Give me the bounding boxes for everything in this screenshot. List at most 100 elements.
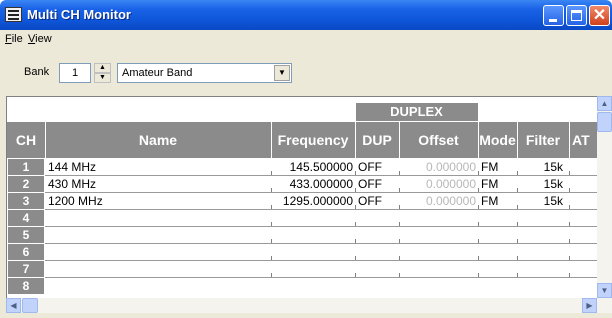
cell-filter[interactable]: 15k xyxy=(517,194,563,208)
minimize-button[interactable] xyxy=(543,5,564,26)
row-number[interactable]: 8 xyxy=(8,278,44,294)
col-mode[interactable]: Mode xyxy=(478,122,517,158)
row-number[interactable]: 3 xyxy=(8,193,44,209)
cell-frequency[interactable]: 433.000000 xyxy=(271,177,353,191)
cell-divider-tick xyxy=(478,256,479,260)
scroll-up-icon[interactable]: ▲ xyxy=(597,96,612,111)
scroll-right-icon[interactable]: ▶ xyxy=(582,298,597,313)
row-number[interactable]: 2 xyxy=(8,176,44,192)
cell-frequency[interactable]: 145.500000 xyxy=(271,160,353,174)
menu-bar: File View xyxy=(0,30,612,49)
cell-filter[interactable]: 15k xyxy=(517,160,563,174)
band-select[interactable]: Amateur Band ▼ xyxy=(117,63,292,83)
header-separator xyxy=(569,122,570,158)
maximize-button[interactable] xyxy=(566,5,587,26)
vertical-scroll-thumb[interactable] xyxy=(597,112,612,132)
cell-offset[interactable]: 0.000000 xyxy=(399,160,476,174)
row-divider xyxy=(45,277,612,278)
cell-divider-tick xyxy=(355,256,356,260)
menu-file[interactable]: File xyxy=(5,33,23,45)
cell-divider-tick xyxy=(355,205,356,209)
cell-divider-tick xyxy=(355,239,356,243)
cell-divider-tick xyxy=(478,239,479,243)
header-separator xyxy=(271,122,272,158)
cell-divider-tick xyxy=(569,273,570,277)
minimize-icon xyxy=(549,19,557,22)
cell-divider-tick xyxy=(517,188,518,192)
cell-divider-tick xyxy=(271,256,272,260)
cell-divider-tick xyxy=(271,171,272,175)
spin-down-arrow-icon[interactable]: ▼ xyxy=(94,73,111,83)
row-divider xyxy=(45,226,612,227)
bank-spinner[interactable]: ▲ ▼ xyxy=(94,63,111,83)
maximize-icon xyxy=(571,10,582,21)
cell-filter[interactable]: 15k xyxy=(517,177,563,191)
cell-divider-tick xyxy=(399,171,400,175)
menu-view-label: iew xyxy=(35,33,52,45)
cell-divider-tick xyxy=(399,239,400,243)
scroll-left-icon[interactable]: ◀ xyxy=(6,298,21,313)
col-name[interactable]: Name xyxy=(45,122,271,158)
vertical-scrollbar[interactable]: ▲ ▼ xyxy=(597,96,612,298)
cell-mode[interactable]: FM xyxy=(481,194,498,208)
bank-number-field[interactable]: 1 xyxy=(59,63,91,83)
cell-divider-tick xyxy=(569,256,570,260)
cell-divider-tick xyxy=(355,171,356,175)
close-button[interactable]: ✕ xyxy=(589,5,610,26)
cell-divider-tick xyxy=(517,205,518,209)
cell-name[interactable]: 430 MHz xyxy=(48,177,96,191)
cell-divider-tick xyxy=(399,188,400,192)
cell-divider-tick xyxy=(399,273,400,277)
row-number[interactable]: 4 xyxy=(8,210,44,226)
cell-divider-tick xyxy=(399,205,400,209)
cell-divider-tick xyxy=(517,256,518,260)
cell-divider-tick xyxy=(569,222,570,226)
header-separator xyxy=(517,122,518,158)
col-ch[interactable]: CH xyxy=(7,122,45,158)
cell-divider-tick xyxy=(517,222,518,226)
spin-up-arrow-icon[interactable]: ▲ xyxy=(94,63,111,73)
cell-frequency[interactable]: 1295.000000 xyxy=(271,194,353,208)
menu-file-label: ile xyxy=(11,33,23,45)
cell-divider-tick xyxy=(355,273,356,277)
menu-view[interactable]: View xyxy=(28,33,52,45)
cell-offset[interactable]: 0.000000 xyxy=(399,177,476,191)
col-offset[interactable]: Offset xyxy=(399,122,478,158)
title-bar[interactable]: Multi CH Monitor ✕ xyxy=(0,0,612,30)
horizontal-scrollbar[interactable]: ◀ ▶ xyxy=(6,298,612,313)
cell-divider-tick xyxy=(399,256,400,260)
scroll-down-icon[interactable]: ▼ xyxy=(597,283,612,298)
duplex-group-header: DUPLEX xyxy=(355,103,478,121)
row-number[interactable]: 5 xyxy=(8,227,44,243)
cell-mode[interactable]: FM xyxy=(481,160,498,174)
cell-dup[interactable]: OFF xyxy=(358,194,382,208)
row-number[interactable]: 1 xyxy=(8,159,44,175)
monitor-app-icon xyxy=(5,7,22,22)
header-separator xyxy=(45,122,46,158)
cell-divider-tick xyxy=(399,222,400,226)
horizontal-scroll-thumb[interactable] xyxy=(22,298,38,313)
chevron-down-icon[interactable]: ▼ xyxy=(274,65,290,81)
cell-name[interactable]: 144 MHz xyxy=(48,160,96,174)
cell-dup[interactable]: OFF xyxy=(358,160,382,174)
cell-divider-tick xyxy=(355,222,356,226)
row-number[interactable]: 7 xyxy=(8,261,44,277)
col-filter[interactable]: Filter xyxy=(517,122,569,158)
row-number[interactable]: 6 xyxy=(8,244,44,260)
row-divider xyxy=(45,243,612,244)
cell-name[interactable]: 1200 MHz xyxy=(48,194,103,208)
bank-panel: Bank 1 ▲ ▼ Amateur Band ▼ xyxy=(14,55,604,91)
window-title: Multi CH Monitor xyxy=(27,7,131,22)
row-divider xyxy=(45,175,612,176)
row-divider xyxy=(45,209,612,210)
cell-dup[interactable]: OFF xyxy=(358,177,382,191)
col-dup[interactable]: DUP xyxy=(355,122,399,158)
cell-mode[interactable]: FM xyxy=(481,177,498,191)
band-select-value: Amateur Band xyxy=(122,67,193,79)
cell-divider-tick xyxy=(478,222,479,226)
cell-divider-tick xyxy=(569,188,570,192)
cell-offset[interactable]: 0.000000 xyxy=(399,194,476,208)
cell-divider-tick xyxy=(517,171,518,175)
channel-grid[interactable]: DUPLEX CH Name Frequency DUP Offset Mode… xyxy=(6,96,612,298)
col-frequency[interactable]: Frequency xyxy=(271,122,355,158)
